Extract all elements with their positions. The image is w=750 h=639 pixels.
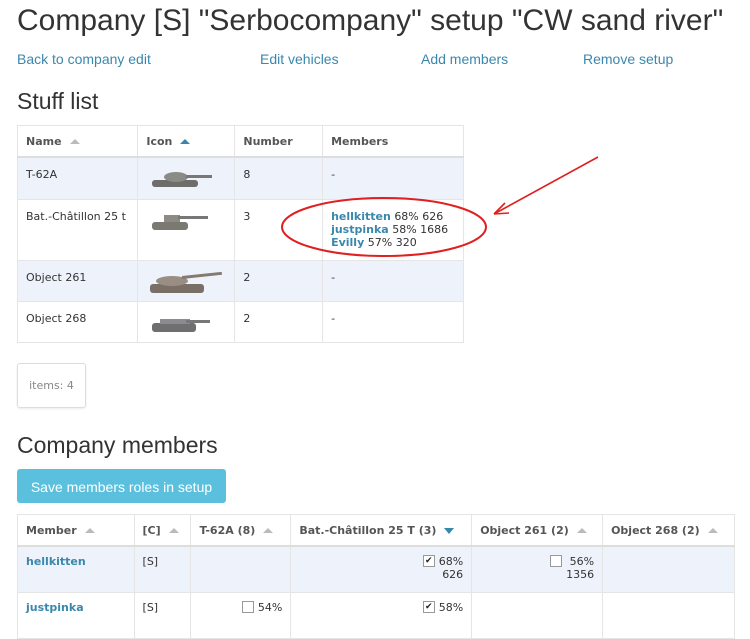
table-row: justpinka [S] 54% ✔ 58% <box>17 592 735 639</box>
tank-icon <box>150 271 223 293</box>
col-batchat-header[interactable]: Bat.-Châtillon 25 T (3) <box>290 514 473 547</box>
sort-arrow-icon <box>180 139 191 144</box>
role-checkbox[interactable]: ✔ <box>422 555 435 567</box>
clan-tag: [S] <box>133 592 192 639</box>
sort-arrow-icon <box>69 139 80 144</box>
stuff-header-row: Name Icon Number Members <box>16 125 464 158</box>
role-checkbox[interactable] <box>550 555 563 567</box>
save-members-roles-button[interactable]: Save members roles in setup <box>17 469 226 503</box>
col-icon-header[interactable]: Icon <box>137 125 236 158</box>
role-checkbox[interactable]: ✔ <box>422 601 435 613</box>
tank-icon-cell <box>137 300 236 343</box>
member-entry: hellkitten 68% 626 <box>331 209 444 223</box>
member-cell: justpinka <box>17 592 135 639</box>
sort-arrow-icon <box>444 527 455 534</box>
tank-icon <box>152 172 213 187</box>
member-link[interactable]: Evilly <box>331 236 364 249</box>
sort-arrow-icon <box>168 528 179 533</box>
table-row: Object 261 2 - <box>16 259 464 302</box>
batchat-cell: ✔ 68% 626 <box>290 545 473 593</box>
sort-arrow-icon <box>576 528 587 533</box>
table-row: Bat.-Châtillon 25 t 3 hellkitten 68% 626… <box>16 198 464 261</box>
clan-tag: [S] <box>133 545 192 593</box>
table-row: hellkitten [S] ✔ 68% 626 56% 1356 <box>17 545 735 593</box>
sort-arrow-icon <box>707 528 718 533</box>
member-entry: Evilly 57% 320 <box>331 235 417 249</box>
member-link[interactable]: hellkitten <box>26 555 86 568</box>
obj268-cell <box>602 592 735 639</box>
col-name-header[interactable]: Name <box>16 125 139 158</box>
member-link[interactable]: justpinka <box>331 223 389 236</box>
company-members-heading: Company members <box>17 432 218 458</box>
edit-vehicles-link[interactable]: Edit vehicles <box>260 51 339 67</box>
col-clan-header[interactable]: [C] <box>133 514 192 547</box>
remove-setup-link[interactable]: Remove setup <box>583 51 673 67</box>
role-checkbox[interactable] <box>241 601 254 613</box>
t62a-cell <box>190 545 292 593</box>
table-row: T-62A 8 - <box>16 156 464 200</box>
table-row: Object 268 2 - <box>16 300 464 343</box>
annotation-arrowhead <box>493 202 510 215</box>
items-count-badge: items: 4 <box>17 363 86 408</box>
sort-arrow-icon <box>84 528 95 533</box>
col-obj268-header[interactable]: Object 268 (2) <box>602 514 735 547</box>
page-title: Company [S] "Serbocompany" setup "CW san… <box>17 4 724 37</box>
vehicle-number: 2 <box>234 259 324 302</box>
col-t62a-header[interactable]: T-62A (8) <box>190 514 292 547</box>
member-link[interactable]: justpinka <box>26 601 84 614</box>
vehicle-members: hellkitten 68% 626 justpinka 58% 1686 Ev… <box>322 198 464 261</box>
tank-icon <box>152 318 211 332</box>
col-obj261-header[interactable]: Object 261 (2) <box>471 514 604 547</box>
tank-icon <box>152 214 209 230</box>
vehicle-members: - <box>322 300 464 343</box>
tank-icon-cell <box>137 156 236 200</box>
vehicle-name: Object 268 <box>16 300 139 343</box>
vehicle-members: - <box>322 259 464 302</box>
col-member-header[interactable]: Member <box>17 514 135 547</box>
obj261-cell <box>471 592 604 639</box>
member-link[interactable]: hellkitten <box>331 210 391 223</box>
obj261-cell: 56% 1356 <box>471 545 604 593</box>
col-members-header: Members <box>322 125 464 158</box>
vehicle-number: 8 <box>234 156 324 200</box>
vehicle-name: T-62A <box>16 156 139 200</box>
batchat-cell: ✔ 58% <box>290 592 473 639</box>
stuff-table: Name Icon Number Members T-62A 8 - Bat.-… <box>16 125 464 343</box>
vehicle-number: 2 <box>234 300 324 343</box>
sort-arrow-icon <box>263 528 274 533</box>
back-to-company-link[interactable]: Back to company edit <box>17 51 151 67</box>
vehicle-name: Bat.-Châtillon 25 t <box>16 198 139 261</box>
members-header-row: Member [C] T-62A (8) Bat.-Châtillon 25 T… <box>17 514 735 547</box>
annotation-arrow <box>493 156 599 215</box>
stuff-list-heading: Stuff list <box>17 88 99 114</box>
add-members-link[interactable]: Add members <box>421 51 508 67</box>
vehicle-members: - <box>322 156 464 200</box>
tank-icon-cell <box>137 198 236 261</box>
obj268-cell <box>602 545 735 593</box>
t62a-cell: 54% <box>190 592 292 639</box>
vehicle-name: Object 261 <box>16 259 139 302</box>
tank-icon-cell <box>137 259 236 302</box>
members-table: Member [C] T-62A (8) Bat.-Châtillon 25 T… <box>17 514 735 639</box>
col-number-header[interactable]: Number <box>234 125 324 158</box>
vehicle-number: 3 <box>234 198 324 261</box>
member-cell: hellkitten <box>17 545 135 593</box>
member-entry: justpinka 58% 1686 <box>331 222 449 236</box>
